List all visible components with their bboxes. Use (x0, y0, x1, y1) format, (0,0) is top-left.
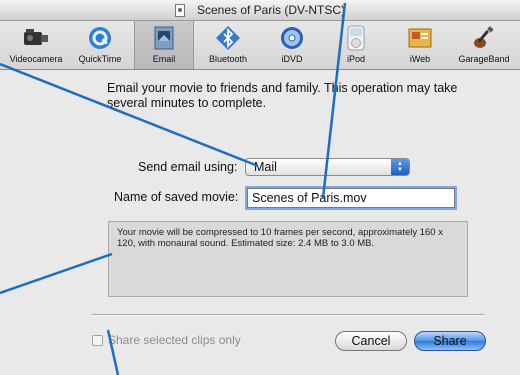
toolbar-label-idvd: iDVD (281, 54, 303, 64)
share-selected-clips-option[interactable]: Share selected clips only (92, 333, 241, 347)
toolbar-item-bluetooth[interactable]: Bluetooth (198, 21, 258, 69)
quicktime-icon (85, 24, 115, 52)
share-sheet-window: Scenes of Paris (DV-NTSC) Videocamera Qu… (0, 0, 520, 375)
toolbar-item-idvd[interactable]: iDVD (262, 21, 322, 69)
document-proxy-icon[interactable] (174, 3, 185, 17)
email-description: Email your movie to friends and family. … (107, 81, 458, 110)
bluetooth-icon (213, 24, 243, 52)
ipod-icon (341, 24, 371, 52)
window-title: Scenes of Paris (DV-NTSC) (196, 3, 346, 17)
toolbar-item-email[interactable]: Email (134, 21, 194, 69)
email-panel: Email your movie to friends and family. … (0, 71, 520, 375)
saved-movie-name-field[interactable]: Scenes of Paris.mov (247, 188, 455, 208)
toolbar-label-ipod: iPod (346, 54, 365, 64)
saved-movie-label: Name of saved movie: (114, 190, 239, 204)
toolbar-item-quicktime[interactable]: QuickTime (70, 21, 130, 69)
email-icon (149, 24, 179, 52)
toolbar-label-email: Email (152, 54, 176, 64)
send-email-popup[interactable]: Mail ▲ ▼ (245, 158, 410, 176)
idvd-icon (277, 24, 307, 52)
toolbar-item-garageband[interactable]: GarageBand (454, 21, 514, 69)
cancel-button[interactable]: Cancel (335, 331, 407, 351)
compression-info: Your movie will be compressed to 10 fram… (108, 221, 468, 297)
share-button[interactable]: Share (414, 331, 486, 351)
iweb-icon (405, 24, 435, 52)
title-bar: Scenes of Paris (DV-NTSC) (0, 0, 520, 21)
share-selected-clips-checkbox[interactable] (92, 334, 103, 346)
toolbar-item-iweb[interactable]: iWeb (390, 21, 450, 69)
toolbar-label-iweb: iWeb (409, 54, 431, 64)
toolbar-label-bluetooth: Bluetooth (208, 54, 248, 64)
share-toolbar: Videocamera QuickTime Email Bluetooth iD… (0, 21, 520, 70)
videocamera-icon (21, 24, 51, 52)
toolbar-label-garageband: GarageBand (458, 54, 510, 64)
divider (92, 314, 484, 316)
send-email-label: Send email using: (138, 160, 238, 174)
share-selected-clips-label: Share selected clips only (108, 333, 241, 347)
toolbar-item-videocamera[interactable]: Videocamera (6, 21, 66, 69)
toolbar-item-ipod[interactable]: iPod (326, 21, 386, 69)
toolbar-label-videocamera: Videocamera (9, 54, 63, 64)
toolbar-label-quicktime: QuickTime (78, 54, 122, 64)
garageband-icon (469, 24, 499, 52)
send-email-value: Mail (254, 160, 277, 174)
popup-arrows-icon: ▲ ▼ (391, 159, 409, 175)
